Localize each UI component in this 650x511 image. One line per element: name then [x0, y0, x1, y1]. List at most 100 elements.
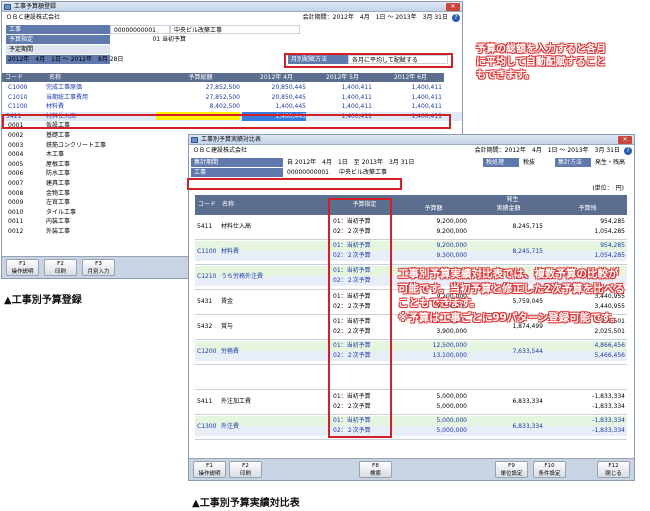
row-divider	[195, 414, 627, 415]
header-bar-2: ＯＢＣ建設株式会社 会計期間：2012年 4月 1日 ～ 2013年 3月 31日…	[189, 145, 634, 156]
cell-m6: 1,400,411	[411, 93, 442, 101]
note-comparison: 工事別予算実績対比表では、複数予算の比較が 可能です。当初予算と修正した2次予算…	[398, 268, 625, 324]
caption-top: ▲工事別予算登録	[4, 295, 82, 306]
close-icon[interactable]: ✕	[446, 3, 460, 11]
haifu-highlight	[284, 53, 453, 68]
col-total: 予算総額	[156, 73, 242, 82]
col-code: コード	[2, 73, 46, 82]
kikan-value: 2012年 4月 1日 ～ 2012年 8月 28日	[8, 56, 124, 63]
f9-unit-button[interactable]: F9 単位設定	[495, 461, 528, 478]
row-divider	[195, 239, 627, 240]
col-zan: 予算残	[545, 204, 627, 215]
fiscal-period-2: 会計期間：2012年 4月 1日 ～ 2013年 3月 31日	[474, 147, 620, 154]
f2-print-button-2[interactable]: F2 印刷	[229, 461, 262, 478]
cell-code: C1210	[197, 273, 217, 280]
cell-m4: 20,850,445	[271, 93, 306, 101]
fkey-bar-2: F1 操作説明 F2 印刷 F8 検索 F9 単位設定 F10 条件設定 F12 閉じる	[189, 458, 634, 480]
fiscal-period: 会計期間：2012年 4月 1日 ～ 2013年 3月 31日	[302, 14, 448, 21]
header-bar: ＯＢＣ建設株式会社 会計期間：2012年 4月 1日 ～ 2013年 3月 31日…	[2, 12, 462, 23]
cell-code: C1300	[197, 423, 217, 430]
cell-code: 0010	[8, 208, 24, 216]
cell-code: 0004	[8, 151, 24, 159]
cell-name: 賃金	[221, 298, 234, 305]
table-row[interactable]: C1010 当期総工事費用 27,852,500 20,850,445 1,400,41…	[2, 93, 462, 102]
cell-name: 完成工事原価	[46, 84, 83, 91]
cell-code: C1100	[8, 103, 28, 111]
f12-close-button[interactable]: F12 閉じる	[597, 461, 630, 478]
cell-code: 0003	[8, 141, 24, 149]
cell-code: C1200	[197, 348, 217, 355]
cell-name: 防水工事	[46, 170, 71, 178]
f1-help-button[interactable]: F1 操作説明	[6, 259, 39, 276]
f3-monthly-button[interactable]: F3 月別入力	[82, 259, 115, 276]
col-m5: 2012年 5月	[308, 73, 374, 82]
cell-name: 外注費	[221, 423, 240, 430]
cell-total: 27,852,500	[205, 84, 240, 91]
cell-j: 6,833,334	[512, 398, 543, 405]
cell-code: 5411	[197, 398, 213, 405]
cell-code: 0006	[8, 170, 24, 178]
cell-m5: 1,400,411	[341, 93, 372, 101]
zei-value: 税抜	[523, 159, 536, 166]
yosan-field[interactable]: 01 当初予算	[110, 35, 190, 44]
table-row[interactable]: C1100 材料費 8,402,500 1,400,445 1,400,411 1,400…	[2, 102, 462, 111]
cell-code: C1010	[8, 93, 28, 101]
app-icon	[4, 4, 11, 10]
cell-j: 8,245,715	[512, 248, 543, 255]
koji-name-2: 中央ビル改築工事	[339, 169, 388, 176]
col-m6: 2012年 6月	[374, 73, 444, 82]
cell-name: 材料費	[221, 248, 240, 255]
shukei-label: 集計方法	[555, 158, 591, 167]
help-icon[interactable]: ?	[452, 14, 460, 22]
cell-m4: 20,850,445	[271, 84, 306, 91]
cell-name: 材料仕入高	[221, 223, 252, 230]
shukei-value: 発生・残高	[595, 159, 626, 166]
yosan-column-highlight	[328, 198, 392, 438]
unit-label: (単位： 円)	[592, 185, 624, 192]
koji-code-field[interactable]: 00000000001	[110, 25, 170, 34]
cell-m6: 1,400,411	[411, 103, 442, 111]
cell-j: 7,633,544	[512, 348, 543, 355]
row-divider	[195, 389, 627, 390]
title-bar: 工事予算額登録 ✕	[2, 2, 462, 12]
cell-name: 材料費	[46, 103, 65, 111]
cell-code: 0005	[8, 160, 24, 168]
koji-label: 工事	[6, 25, 110, 34]
row-divider	[195, 364, 627, 365]
col-m4: 2012年 4月	[242, 73, 308, 82]
f1-help-button-2[interactable]: F1 操作説明	[193, 461, 226, 478]
help-icon-2[interactable]: ?	[624, 147, 632, 155]
cell-name: 労務費	[221, 348, 240, 355]
table-row[interactable]: C1000 完成工事原価 27,852,500 20,850,445 1,400,411…	[2, 83, 462, 92]
kikan-value: 自 2012年 4月 1日 至 2013年 3月 31日	[287, 159, 415, 166]
col-name: 名称	[46, 73, 156, 82]
window-title: 工事予算額登録	[14, 3, 57, 10]
f2-print-button[interactable]: F2 印刷	[44, 259, 77, 276]
cell-name: 建具工事	[46, 180, 71, 187]
yosan-label: 予算指定	[6, 35, 110, 44]
cell-j: 8,245,715	[512, 223, 543, 230]
cell-code: C1000	[8, 84, 28, 91]
col-hassei: 発生	[395, 195, 627, 204]
group-label: 5411 材料仕入高 8,245,715	[195, 222, 627, 231]
title-bar-2: 工事別予算実績対比表 ✕	[189, 135, 634, 145]
kikan-label: 予定期間	[6, 45, 110, 54]
koji-highlight	[187, 178, 402, 190]
kikan-label: 集計期間	[191, 158, 283, 167]
cell-code: 5432	[197, 323, 213, 330]
close-icon-2[interactable]: ✕	[618, 136, 632, 144]
cell-total: 27,852,500	[205, 93, 240, 101]
cell-code: 0007	[8, 180, 24, 187]
cell-m4: 1,400,445	[275, 103, 306, 111]
company-name: ＯＢＣ建設株式会社	[6, 14, 61, 21]
f10-condition-button[interactable]: F10 条件設定	[533, 461, 566, 478]
col-code-2: コード	[195, 195, 219, 215]
zei-label: 税処理	[483, 158, 519, 167]
cell-j: 6,833,334	[512, 423, 543, 430]
f8-search-button[interactable]: F8 検索	[359, 461, 392, 478]
col-name-2: 名称	[219, 195, 331, 215]
cell-name: うち労務外注費	[221, 273, 264, 280]
caption-bottom: ▲工事別予算実績対比表	[192, 498, 300, 509]
koji-label-2: 工事	[191, 168, 283, 177]
cell-m5: 1,400,411	[341, 84, 372, 91]
